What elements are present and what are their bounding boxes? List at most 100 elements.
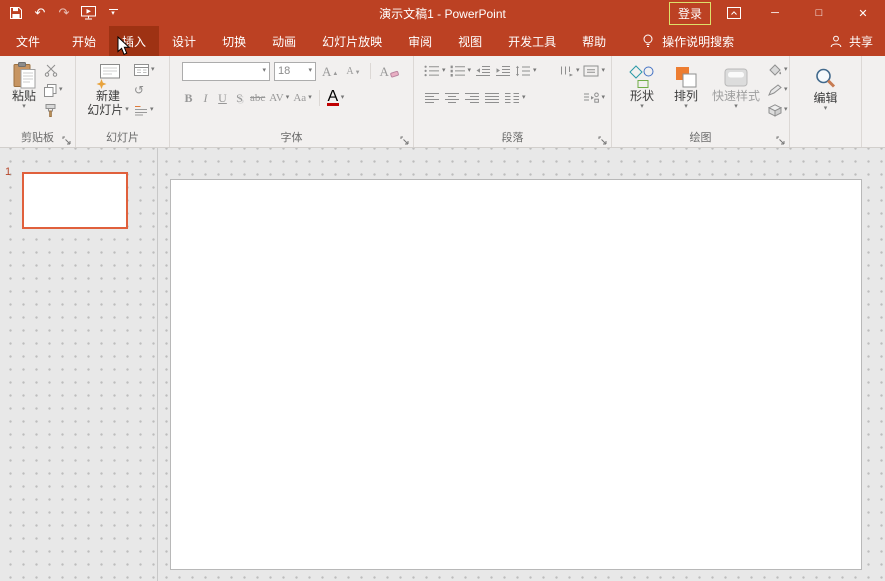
increase-indent-button[interactable] [495, 65, 511, 77]
customize-qat-icon[interactable]: ▾ [106, 5, 120, 21]
shapes-icon [629, 61, 656, 89]
new-slide-icon [95, 61, 121, 89]
start-slideshow-icon[interactable] [81, 5, 96, 21]
font-size-combobox[interactable]: 18 ▾ [274, 62, 316, 81]
tab-file[interactable]: 文件 [3, 26, 53, 56]
sign-in-button[interactable]: 登录 [669, 2, 711, 25]
tab-help[interactable]: 帮助 [569, 26, 619, 56]
triangle-up-icon: ▲ [332, 71, 338, 78]
tab-home[interactable]: 开始 [59, 26, 109, 56]
font-name-combobox[interactable]: ▾ [182, 62, 270, 81]
decrease-font-size-button[interactable]: A ▼ [344, 66, 362, 77]
justify-button[interactable] [484, 92, 500, 104]
tab-design[interactable]: 设计 [159, 26, 209, 56]
decrease-indent-button[interactable] [475, 65, 491, 77]
change-case-icon: Aa [293, 90, 306, 106]
minimize-button[interactable]: ─ [753, 0, 797, 26]
decrease-indent-icon [475, 65, 491, 77]
columns-button[interactable]: ▾ [504, 92, 526, 104]
slide-layout-button[interactable]: ▾ [134, 63, 155, 77]
redo-icon[interactable]: ↷ [57, 5, 71, 21]
section-button[interactable]: ▾ [134, 103, 155, 117]
increase-font-size-button[interactable]: A ▲ [320, 65, 340, 78]
maximize-button[interactable]: □ [797, 0, 841, 26]
align-text-button[interactable]: ▾ [583, 65, 605, 77]
lightbulb-icon [641, 33, 655, 49]
bold-button[interactable]: B [182, 90, 195, 106]
dropdown-icon: ▾ [341, 94, 345, 102]
shape-effects-button[interactable]: ▾ [768, 103, 788, 117]
tab-view[interactable]: 视图 [445, 26, 495, 56]
change-case-button[interactable]: Aa ▾ [293, 90, 312, 106]
underline-button[interactable]: U [216, 90, 229, 106]
copy-button[interactable]: ▾ [44, 83, 63, 97]
tab-review[interactable]: 审阅 [395, 26, 445, 56]
reset-slide-button[interactable]: ↺ [134, 83, 155, 97]
clipboard-dialog-launcher-icon[interactable] [62, 133, 72, 143]
dropdown-icon: ▾ [150, 106, 154, 114]
slide-thumbnail[interactable] [22, 172, 128, 229]
bullets-icon [424, 65, 440, 77]
justify-icon [484, 92, 500, 104]
ribbon: 粘贴 ▾ ▾ 剪贴板 [0, 56, 885, 148]
person-icon [829, 33, 843, 49]
font-dialog-launcher-icon[interactable] [400, 133, 410, 143]
tab-animations[interactable]: 动画 [259, 26, 309, 56]
tab-developer[interactable]: 开发工具 [495, 26, 569, 56]
share-button[interactable]: 共享 [829, 26, 873, 56]
paragraph-dialog-launcher-icon[interactable] [598, 133, 608, 143]
quick-styles-label: 快速样式 [712, 89, 760, 103]
dropdown-icon: ▾ [640, 103, 644, 111]
dropdown-icon: ▾ [522, 94, 526, 102]
reset-icon: ↺ [134, 84, 144, 96]
tab-transitions[interactable]: 切换 [209, 26, 259, 56]
scissors-icon [44, 64, 58, 77]
tell-me-search[interactable]: 操作说明搜索 [641, 26, 734, 56]
text-direction-icon [558, 65, 574, 77]
dropdown-icon: ▾ [22, 103, 26, 111]
group-drawing: 形状 ▾ 排列 ▾ 快速样式 ▾ ▾ [612, 56, 790, 147]
dropdown-icon: ▾ [784, 106, 788, 114]
slide-number: 1 [5, 166, 11, 178]
new-slide-label-line1: 新建 [96, 89, 120, 103]
new-slide-label-line2: 幻灯片 [87, 103, 123, 117]
line-spacing-button[interactable]: ▾ [515, 65, 537, 77]
text-direction-button[interactable]: ▾ [558, 65, 580, 77]
dropdown-icon: ▾ [784, 66, 788, 74]
italic-button[interactable]: I [199, 90, 212, 106]
align-right-icon [464, 92, 480, 104]
numbering-icon [450, 65, 466, 77]
text-shadow-button[interactable]: S [233, 90, 246, 106]
align-center-button[interactable] [444, 92, 460, 104]
clear-formatting-button[interactable]: A [378, 65, 401, 78]
dropdown-icon: ▾ [151, 66, 155, 74]
editing-button[interactable]: 编辑 ▾ [790, 56, 861, 113]
cut-button[interactable] [44, 63, 63, 77]
strikethrough-button[interactable]: abc [250, 90, 265, 106]
slide-canvas[interactable] [170, 179, 862, 570]
dropdown-icon: ▾ [262, 67, 266, 75]
drawing-dialog-launcher-icon[interactable] [776, 133, 786, 143]
character-spacing-button[interactable]: AV ▾ [269, 90, 289, 106]
bullets-button[interactable]: ▾ [424, 65, 446, 77]
align-right-button[interactable] [464, 92, 480, 104]
group-paragraph: ▾ ▾ ▾ ▾ [414, 56, 612, 147]
ribbon-tab-row: 文件 开始 插入 设计 切换 动画 幻灯片放映 审阅 视图 开发工具 帮助 操作… [0, 26, 885, 56]
font-color-button[interactable]: A ▾ [327, 91, 345, 106]
undo-icon[interactable]: ↶ [33, 5, 47, 21]
tab-slideshow[interactable]: 幻灯片放映 [309, 26, 395, 56]
save-icon[interactable] [9, 5, 23, 21]
shape-fill-button[interactable]: ▾ [768, 63, 788, 77]
quick-styles-icon [723, 61, 749, 89]
close-button[interactable]: ✕ [841, 0, 885, 26]
numbering-button[interactable]: ▾ [450, 65, 472, 77]
ribbon-display-options-icon[interactable] [727, 5, 741, 21]
line-spacing-icon [515, 65, 531, 77]
shape-outline-button[interactable]: ▾ [768, 83, 788, 97]
format-painter-button[interactable] [44, 103, 63, 117]
align-left-button[interactable] [424, 92, 440, 104]
group-label-drawing: 绘图 [612, 129, 789, 145]
convert-to-smartart-button[interactable]: ▾ [583, 92, 605, 104]
slide-thumbnail-panel[interactable]: 1 [0, 148, 158, 581]
dropdown-icon: ▾ [308, 67, 312, 75]
